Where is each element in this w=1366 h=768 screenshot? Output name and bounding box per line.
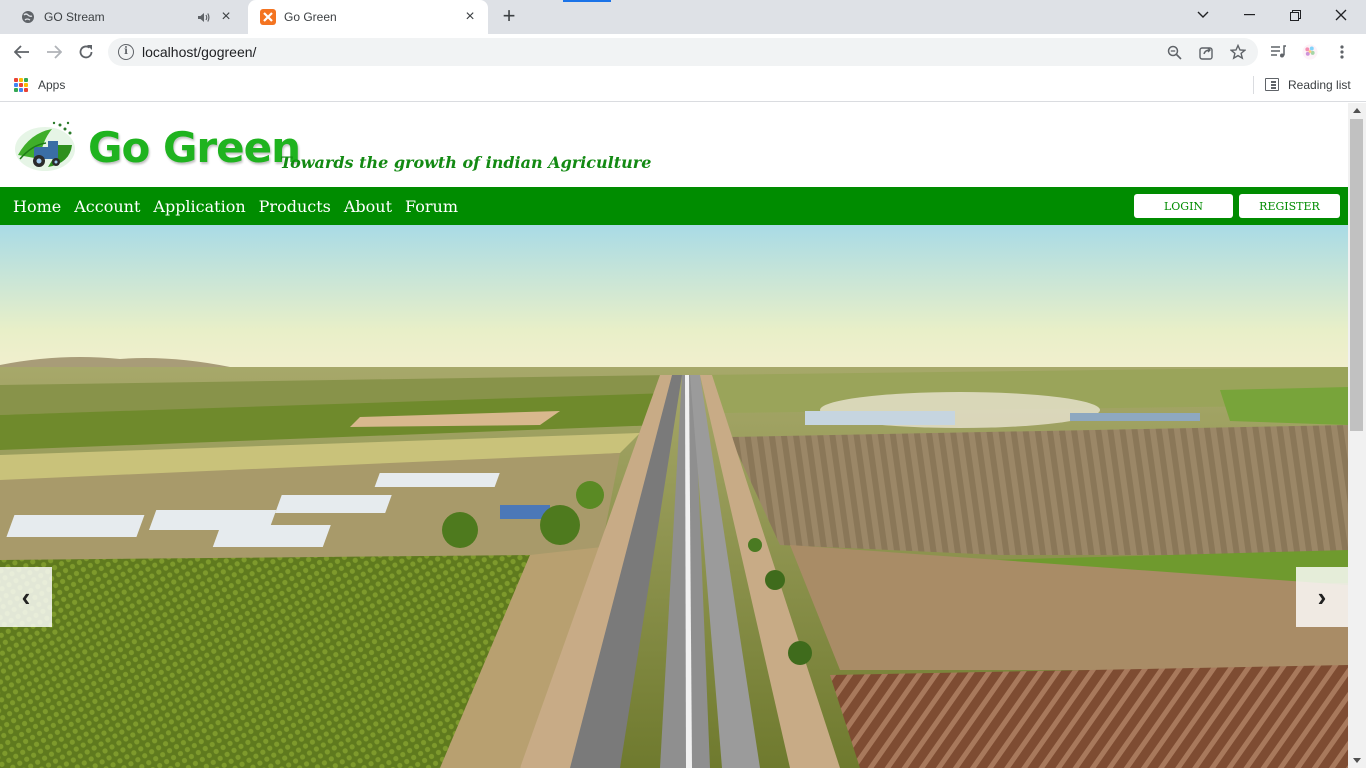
- tab-title: GO Stream: [44, 10, 105, 24]
- scroll-down-icon[interactable]: [1353, 758, 1361, 763]
- tab-go-stream[interactable]: GO Stream ×: [8, 0, 244, 34]
- site-tagline: Towards the growth of indian Agriculture: [280, 153, 652, 172]
- page-content: Go Green Towards the growth of indian Ag…: [0, 103, 1348, 768]
- url-text[interactable]: localhost/gogreen/: [142, 44, 256, 60]
- media-control-icon[interactable]: [1270, 44, 1286, 60]
- main-navbar: Home Account Application Products About …: [0, 187, 1348, 225]
- bookmarks-divider: [1253, 76, 1254, 94]
- nav-home[interactable]: Home: [13, 197, 61, 216]
- go-green-logo[interactable]: [12, 115, 78, 173]
- nav-forum[interactable]: Forum: [405, 197, 458, 216]
- carousel-prev-button[interactable]: ‹: [0, 567, 52, 627]
- back-arrow-icon[interactable]: [8, 38, 36, 66]
- speaker-icon[interactable]: [194, 9, 212, 25]
- tab-go-green[interactable]: Go Green ×: [248, 0, 488, 34]
- reading-list-icon[interactable]: [1265, 78, 1279, 91]
- close-icon[interactable]: ×: [218, 8, 234, 25]
- tab-title: Go Green: [284, 10, 337, 24]
- site-info-icon[interactable]: i: [118, 44, 134, 60]
- restore-icon[interactable]: [1272, 0, 1318, 30]
- site-header: Go Green Towards the growth of indian Ag…: [0, 103, 1348, 187]
- scrollbar-thumb[interactable]: [1350, 119, 1363, 431]
- bookmarks-bar: Apps Reading list: [0, 70, 1366, 102]
- xampp-icon: [260, 9, 276, 25]
- new-tab-icon[interactable]: +: [498, 5, 520, 28]
- zoom-icon[interactable]: [1166, 44, 1182, 60]
- forward-arrow-icon[interactable]: [40, 38, 68, 66]
- globe-icon: [20, 9, 36, 25]
- address-bar[interactable]: i localhost/gogreen/: [108, 38, 1258, 66]
- close-icon[interactable]: ×: [462, 8, 478, 25]
- tab-search-chevron-icon[interactable]: [1180, 0, 1226, 30]
- apps-grid-icon[interactable]: [14, 78, 28, 92]
- nav-links: Home Account Application Products About …: [13, 187, 471, 225]
- carousel-next-button[interactable]: ›: [1296, 567, 1348, 627]
- more-menu-icon[interactable]: [1334, 44, 1350, 60]
- reload-icon[interactable]: [72, 38, 100, 66]
- register-button[interactable]: REGISTER: [1239, 194, 1340, 218]
- scroll-up-icon[interactable]: [1353, 108, 1361, 113]
- minimize-icon[interactable]: [1226, 0, 1272, 30]
- nav-about[interactable]: About: [344, 197, 392, 216]
- apps-shortcut[interactable]: Apps: [38, 78, 65, 92]
- window-close-icon[interactable]: [1318, 0, 1364, 30]
- hero-carousel: ‹ ›: [0, 225, 1348, 768]
- hero-farmland-image: [0, 225, 1348, 768]
- share-icon[interactable]: [1198, 44, 1214, 60]
- nav-products[interactable]: Products: [259, 197, 331, 216]
- nav-application[interactable]: Application: [153, 197, 245, 216]
- bookmark-star-icon[interactable]: [1230, 44, 1246, 60]
- tab-loading-indicator: [563, 0, 611, 2]
- profile-avatar-icon[interactable]: [1302, 44, 1318, 60]
- page-scrollbar[interactable]: [1348, 103, 1366, 768]
- login-button[interactable]: LOGIN: [1134, 194, 1233, 218]
- nav-account[interactable]: Account: [74, 197, 140, 216]
- site-brand: Go Green: [88, 123, 301, 172]
- reading-list-button[interactable]: Reading list: [1288, 78, 1351, 92]
- tab-strip: GO Stream × Go Green × +: [0, 0, 1366, 34]
